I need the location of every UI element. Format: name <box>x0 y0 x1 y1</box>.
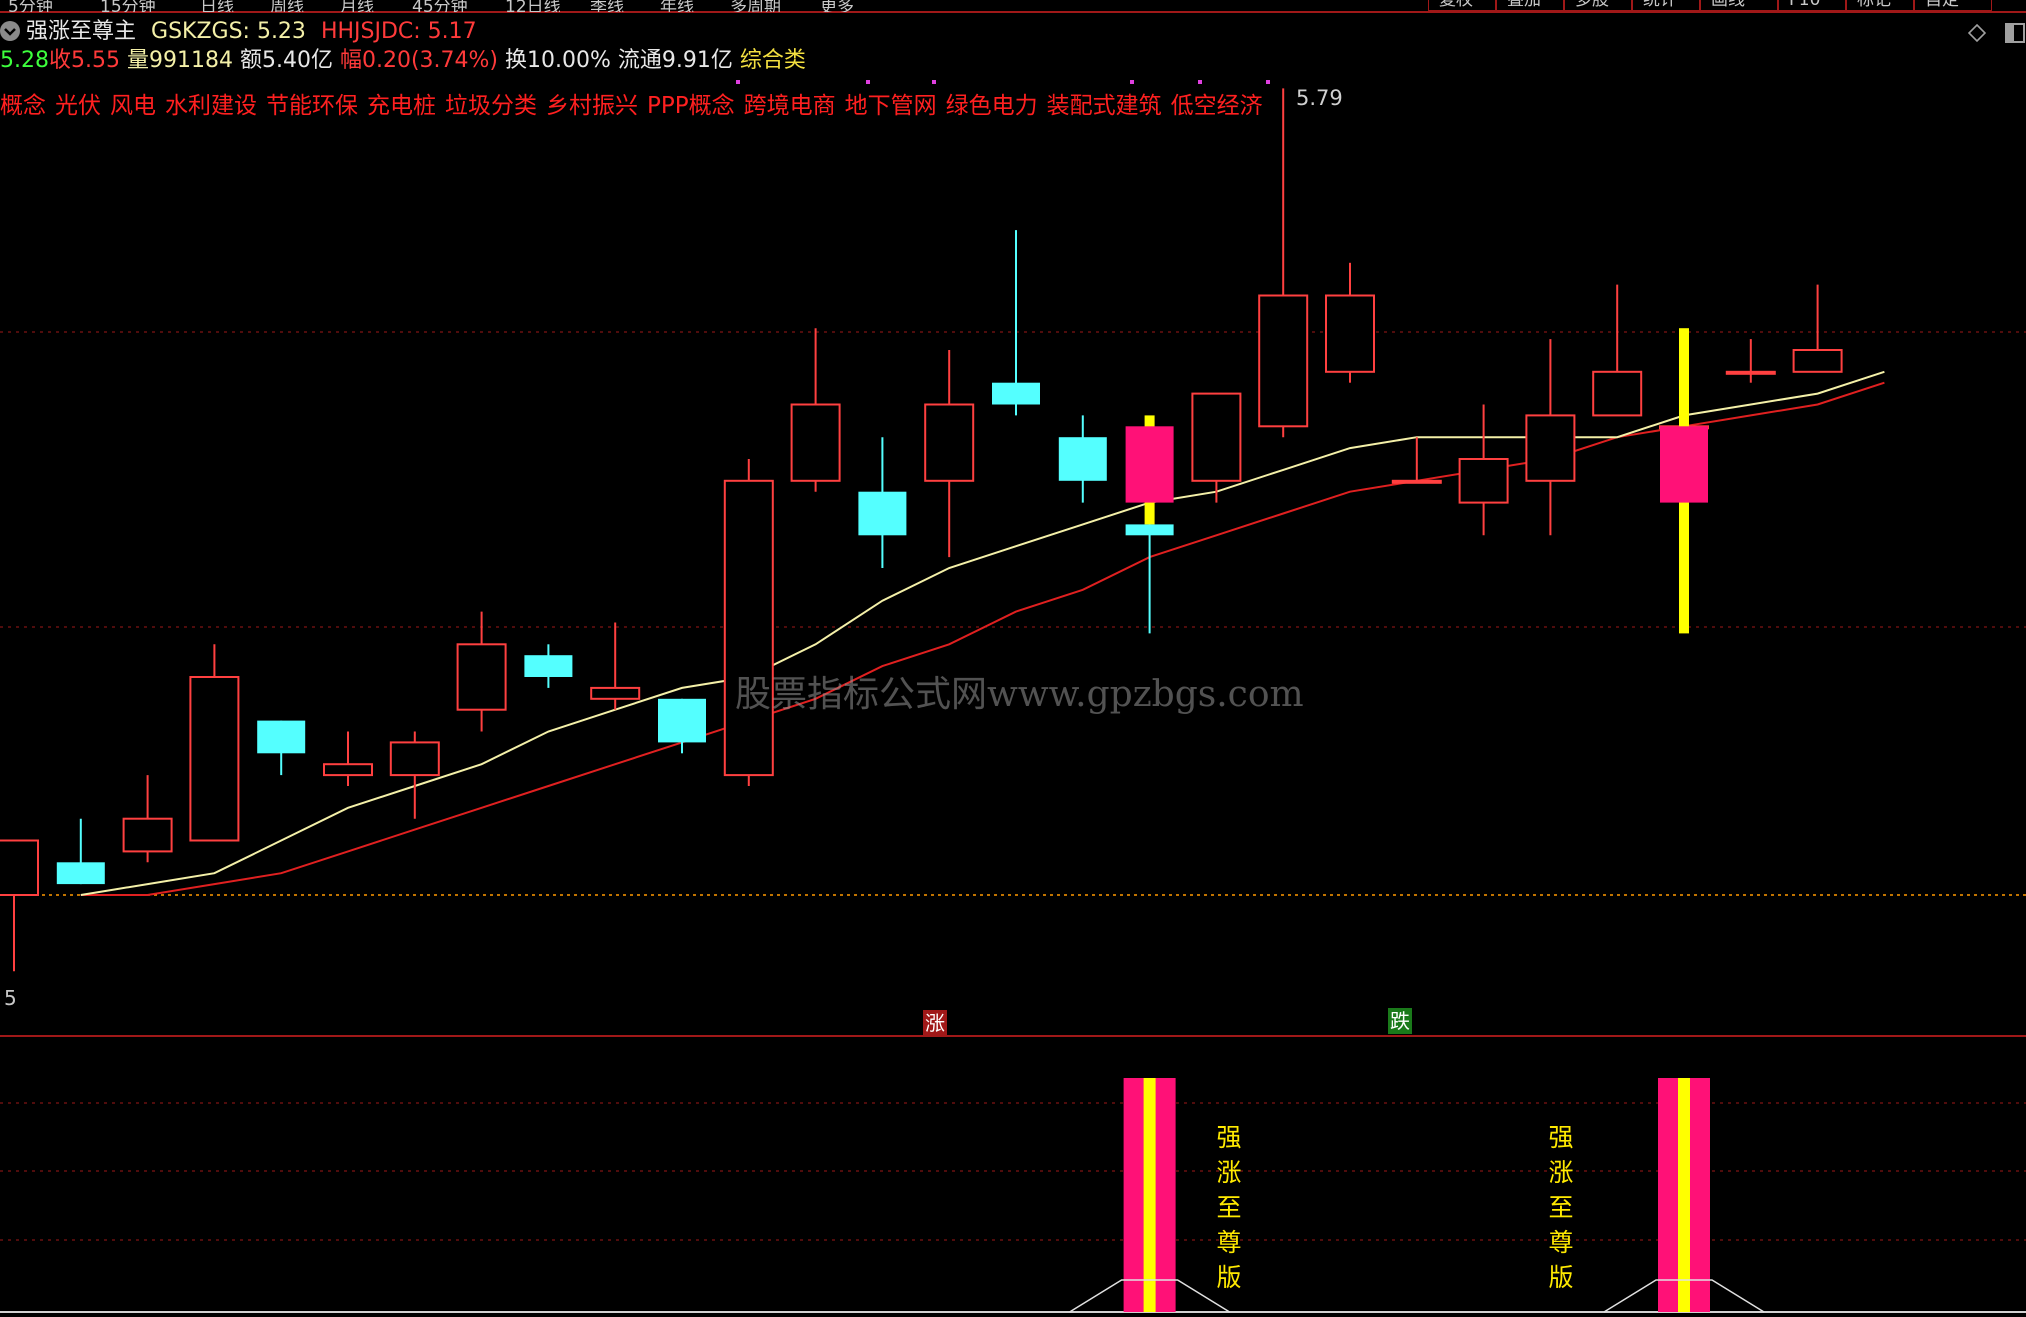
btn-overlay[interactable]: 叠加 <box>1496 0 1564 11</box>
btn-mark[interactable]: 标记 <box>1846 0 1914 11</box>
menu-45min[interactable]: 45分钟 <box>412 0 468 12</box>
candle-body-up <box>1592 370 1643 417</box>
volume-value: 量991184 <box>126 48 233 73</box>
concept-tag[interactable]: 光伏 <box>55 93 101 119</box>
sector-value: 综合类 <box>739 48 806 73</box>
collapse-circle-icon[interactable] <box>0 21 20 41</box>
concept-tag[interactable]: 装配式建筑 <box>1047 93 1162 119</box>
concept-tag[interactable]: 地下管网 <box>845 93 937 119</box>
concept-tag[interactable]: 概念 <box>0 93 46 119</box>
candle-body-up <box>723 479 774 777</box>
turnover-value: 换10.00% <box>505 48 611 73</box>
high-price-label: 5.79 <box>1296 86 1343 110</box>
window-icon[interactable] <box>2004 22 2026 44</box>
candle-body-up <box>1725 370 1776 375</box>
indicator-header: 强涨至尊主 GSKZGS: 5.23 HHJSJDC: 5.17 <box>0 19 477 45</box>
amount-value: 额5.40亿 <box>239 48 333 73</box>
candle-body-up <box>1258 294 1309 428</box>
high-price-value: 5.79 <box>1296 86 1343 110</box>
concept-tag[interactable]: 绿色电力 <box>946 93 1038 119</box>
change-value: 幅0.20(3.74%) <box>339 48 499 73</box>
candle-body-up <box>924 403 975 482</box>
candle-body-down <box>992 382 1040 405</box>
menu-weekly[interactable]: 周线 <box>270 0 304 12</box>
signal-candle-body <box>1125 426 1174 503</box>
candle-body-up <box>1525 414 1576 482</box>
tag-up: 涨 <box>923 1010 947 1036</box>
signal-label-1: 强涨至尊版 <box>1216 1123 1242 1292</box>
hhjsjdc-value: HHJSJDC: 5.17 <box>320 19 477 44</box>
menu-more[interactable]: 更多 <box>820 0 854 12</box>
concept-tag[interactable]: 风电 <box>110 93 156 119</box>
candle-body-up <box>1792 349 1843 373</box>
marker-dot <box>1198 80 1202 84</box>
candle-body-up <box>590 686 641 700</box>
candle-body-down <box>524 655 573 677</box>
signal-candle-body <box>1660 426 1708 503</box>
menu-5min[interactable]: 5分钟 <box>8 0 53 12</box>
btn-f10[interactable]: F10 <box>1778 0 1846 11</box>
ma-line-red <box>80 381 1885 896</box>
candle-body-down <box>1125 524 1174 536</box>
period-menu-bar: 5分钟 15分钟 日线 周线 月线 45分钟 12日线 季线 年线 多周期 更多… <box>0 0 2026 12</box>
candle-body-down <box>1058 437 1107 481</box>
concept-tag[interactable]: 低空经济 <box>1171 93 1263 119</box>
btn-stats[interactable]: 统计 <box>1632 0 1700 11</box>
indicator-name: 强涨至尊主 <box>26 19 137 44</box>
candle-body-down <box>56 862 105 885</box>
signal-label-2: 强涨至尊版 <box>1548 1123 1574 1292</box>
close-value: 收5.55 <box>48 48 120 73</box>
menu-daily[interactable]: 日线 <box>200 0 234 12</box>
concept-tag[interactable]: PPP概念 <box>647 93 735 119</box>
candle-body-down <box>658 698 706 743</box>
menu-monthly[interactable]: 月线 <box>340 0 374 12</box>
kline-chart[interactable] <box>0 0 2026 1317</box>
concept-tag[interactable]: 垃圾分类 <box>445 93 537 119</box>
candle-body-up <box>323 763 373 777</box>
candle-body-up <box>1191 392 1242 482</box>
open-value: 5.28 <box>0 48 49 73</box>
menu-multi-period[interactable]: 多周期 <box>730 0 781 12</box>
price-axis-label: 5 <box>4 986 17 1010</box>
quote-info-line: 5.28收5.55 量991184 额5.40亿 幅0.20(3.74%) 换1… <box>0 48 806 74</box>
menu-multi-day[interactable]: 12日线 <box>505 0 561 12</box>
concept-tag[interactable]: 乡村振兴 <box>546 93 638 119</box>
marker-dot <box>932 80 936 84</box>
menu-yearly[interactable]: 年线 <box>660 0 694 12</box>
btn-custom[interactable]: 自定 <box>1914 0 1992 11</box>
btn-draw[interactable]: 画线 <box>1700 0 1778 11</box>
marker-dot <box>1130 80 1134 84</box>
concept-tag[interactable]: 跨境电商 <box>744 93 836 119</box>
candle-body-up <box>1458 458 1509 504</box>
concept-tag[interactable]: 节能环保 <box>266 93 358 119</box>
candle-body-up <box>122 817 173 853</box>
candle-body-up <box>1391 479 1442 484</box>
candle-body-up <box>189 676 240 842</box>
marker-dot <box>866 80 870 84</box>
marker-dot <box>1266 80 1270 84</box>
candle-body-up <box>389 741 440 777</box>
indicator-signal-stripe <box>1143 1078 1156 1312</box>
diamond-icon[interactable] <box>1967 23 1987 43</box>
watermark: 股票指标公式网www.gpzbgs.com <box>735 674 1304 715</box>
candle-body-up <box>790 403 841 482</box>
btn-adjust[interactable]: 复权 <box>1428 0 1496 11</box>
concept-tags: 概念 光伏 风电 水利建设 节能环保 充电桩 垃圾分类 乡村振兴 PPP概念 跨境电商 地下管网 绿色… <box>0 86 1272 120</box>
float-cap-value: 流通9.91亿 <box>617 48 733 73</box>
candle-body-down <box>257 720 306 754</box>
concept-tag[interactable]: 充电桩 <box>367 93 436 119</box>
candle-body-up <box>1325 294 1375 373</box>
gskzgs-value: GSKZGS: 5.23 <box>151 19 306 44</box>
btn-multi-stock[interactable]: 多股 <box>1564 0 1632 11</box>
menu-15min[interactable]: 15分钟 <box>100 0 156 12</box>
concept-tag[interactable]: 水利建设 <box>165 93 257 119</box>
tag-down: 跌 <box>1388 1008 1412 1034</box>
indicator-signal-stripe <box>1678 1078 1690 1312</box>
candle-body-down <box>858 491 907 536</box>
marker-dot <box>736 80 740 84</box>
candle-body-up <box>0 839 39 896</box>
menu-quarterly[interactable]: 季线 <box>590 0 624 12</box>
candle-body-up <box>456 643 507 711</box>
ma-line-yellow <box>80 370 1885 896</box>
